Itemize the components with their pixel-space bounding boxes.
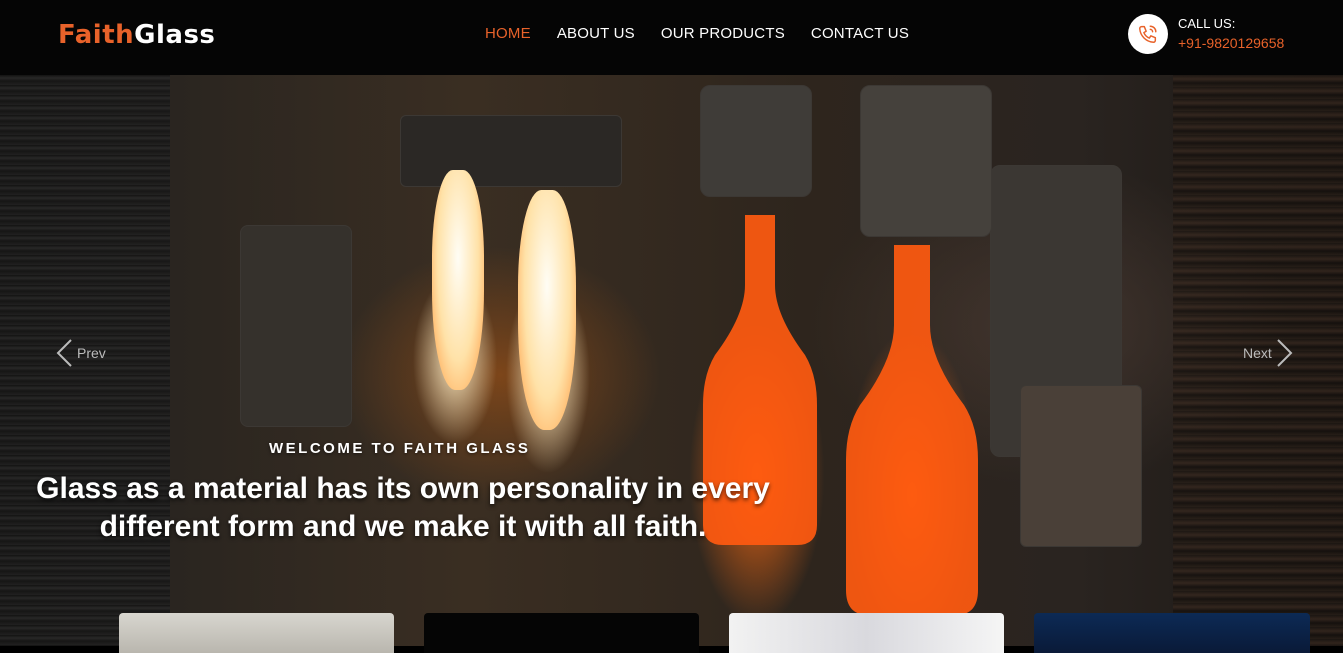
product-cards-strip: [0, 613, 1343, 653]
next-label: Next: [1243, 345, 1272, 361]
glowing-parison: [432, 170, 484, 390]
logo-glass: Glass: [134, 20, 216, 50]
nav-our-products[interactable]: OUR PRODUCTS: [661, 24, 785, 44]
slider-prev[interactable]: Prev: [55, 338, 106, 368]
product-card[interactable]: [119, 613, 394, 653]
call-number[interactable]: +91-9820129658: [1178, 33, 1284, 53]
machine-block: [400, 115, 622, 187]
call-us[interactable]: CALL US: +91-9820129658: [1128, 14, 1284, 54]
machine-block: [240, 225, 352, 427]
hero-welcome: WELCOME TO FAITH GLASS: [269, 440, 531, 457]
glowing-bottle: [846, 245, 978, 615]
logo[interactable]: FaithGlass: [58, 18, 215, 52]
product-card[interactable]: [729, 613, 1004, 653]
chevron-left-icon: [56, 339, 72, 367]
chevron-right-icon: [1277, 339, 1293, 367]
site-header: FaithGlass HOME ABOUT US OUR PRODUCTS CO…: [0, 0, 1343, 75]
machine-block: [1020, 385, 1142, 547]
product-card[interactable]: [1034, 613, 1310, 653]
nav-contact-us[interactable]: CONTACT US: [811, 24, 909, 44]
machine-block: [700, 85, 812, 197]
slider-next[interactable]: Next: [1243, 338, 1294, 368]
nav-about-us[interactable]: ABOUT US: [557, 24, 635, 44]
main-nav: HOME ABOUT US OUR PRODUCTS CONTACT US: [485, 24, 909, 44]
logo-faith: Faith: [58, 20, 135, 50]
nav-home[interactable]: HOME: [485, 24, 531, 44]
hero-headline: Glass as a material has its own personal…: [36, 472, 770, 543]
glowing-parison: [518, 190, 576, 430]
prev-label: Prev: [77, 345, 106, 361]
product-card[interactable]: [424, 613, 699, 653]
machine-block: [860, 85, 992, 237]
phone-icon: [1128, 14, 1168, 54]
call-label: CALL US:: [1178, 16, 1236, 31]
hero-slider: Prev Next WELCOME TO FAITH GLASS Glass a…: [0, 75, 1343, 646]
